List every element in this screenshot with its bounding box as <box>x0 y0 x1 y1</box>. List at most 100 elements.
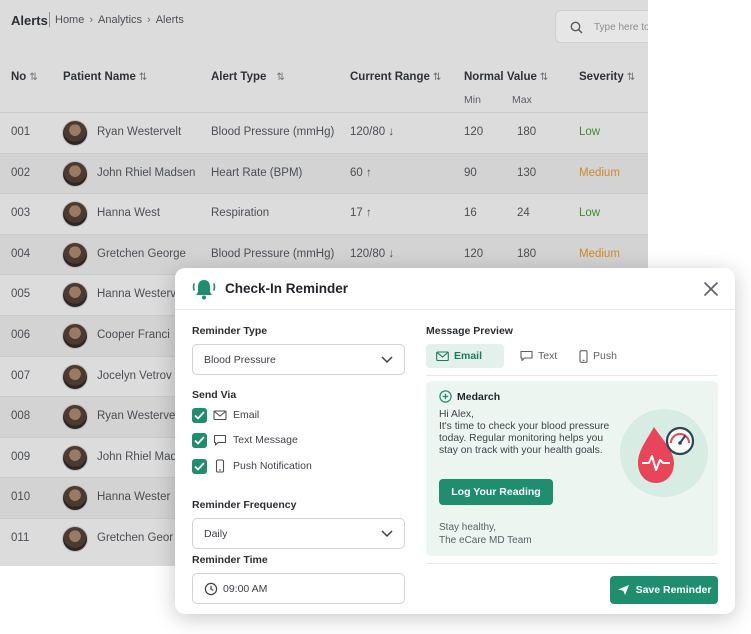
avatar <box>62 485 88 512</box>
avatar <box>62 444 88 471</box>
plus-circle-icon <box>439 390 452 403</box>
avatar <box>62 404 88 431</box>
save-reminder-button[interactable]: Save Reminder <box>610 576 718 604</box>
table-row[interactable]: 001 Ryan Westervelt Blood Pressure (mmHg) 1… <box>0 112 648 153</box>
log-reading-button[interactable]: Log Your Reading <box>439 479 553 505</box>
column-patient-name[interactable]: Patient Name ⇅ <box>63 71 147 83</box>
search-icon <box>570 21 583 34</box>
mail-icon <box>436 350 449 361</box>
cell-severity: Low <box>579 207 601 220</box>
cell-no: 001 <box>11 126 31 138</box>
chat-icon <box>520 350 533 362</box>
cell-name: John Rhiel Mad <box>97 450 177 463</box>
tab-text-label: Text <box>538 350 558 362</box>
frequency-select[interactable]: Daily <box>192 518 405 549</box>
phone-icon <box>579 349 588 363</box>
cell-alert-type: Blood Pressure (mmHg) <box>211 247 335 260</box>
breadcrumb-home[interactable]: Home <box>55 14 84 26</box>
push-notification-option-label: Push Notification <box>233 460 312 472</box>
breadcrumb-analytics[interactable]: Analytics <box>98 14 142 26</box>
chat-icon <box>213 434 227 446</box>
message-body: Hi Alex, It's time to check your blood p… <box>439 409 619 457</box>
frequency-value: Daily <box>204 528 228 540</box>
cell-min: 120 <box>464 126 484 138</box>
cell-name: Ryan Westervelt <box>97 126 182 138</box>
cell-range: 17 ↑ <box>350 207 372 220</box>
push-notification-checkbox[interactable] <box>192 458 207 474</box>
column-alert-type[interactable]: Alert Type ⇅ <box>211 71 285 83</box>
footer-divider <box>426 563 718 564</box>
reminder-time-value: 09:00 AM <box>223 583 268 595</box>
cell-range: 120/80 ↓ <box>350 126 395 138</box>
message-greeting: Hi Alex, <box>439 409 474 420</box>
cell-min: 120 <box>464 247 484 260</box>
cell-name: Hanna Wester <box>97 491 171 504</box>
column-normal-value[interactable]: Normal Value ⇅ <box>464 71 548 83</box>
email-checkbox[interactable] <box>192 407 207 423</box>
mail-icon <box>213 410 227 421</box>
chevron-down-icon <box>381 530 393 538</box>
cell-severity: Low <box>579 126 601 138</box>
cell-min: 90 <box>464 166 477 179</box>
sort-icon[interactable]: ⇅ <box>540 72 548 83</box>
close-icon[interactable] <box>701 279 721 299</box>
breadcrumb-alerts: Alerts <box>155 14 184 26</box>
column-current-range[interactable]: Current Range ⇅ <box>350 71 441 83</box>
send-via-text[interactable]: Text Message <box>192 432 298 448</box>
chevron-right-icon: › <box>147 14 151 26</box>
avatar <box>62 241 88 268</box>
column-severity[interactable]: Severity ⇅ <box>579 71 635 83</box>
tab-email[interactable]: Email <box>426 344 504 368</box>
reminder-type-value: Blood Pressure <box>204 354 276 366</box>
page-header: Alerts Home › Analytics › Alerts <box>0 0 648 44</box>
text-message-checkbox[interactable] <box>192 432 207 448</box>
cell-alert-type: Blood Pressure (mmHg) <box>211 126 335 138</box>
tabs-divider <box>426 375 718 376</box>
tab-email-label: Email <box>454 350 483 362</box>
cell-no: 009 <box>11 450 31 463</box>
breadcrumb: Home › Analytics › Alerts <box>55 14 184 26</box>
table-row[interactable]: 002 John Rhiel Madsen Heart Rate (BPM) 60 ↑… <box>0 152 648 194</box>
cell-min: 16 <box>464 207 477 220</box>
column-no[interactable]: No ⇅ <box>11 71 38 83</box>
table-row[interactable]: 003 Hanna West Respiration 17 ↑ 16 24 Low <box>0 193 648 234</box>
avatar <box>62 201 88 228</box>
cell-no: 007 <box>11 369 31 382</box>
reminder-time-label: Reminder Time <box>192 554 268 566</box>
sort-icon[interactable]: ⇅ <box>627 72 635 83</box>
modal-title: Check-In Reminder <box>225 281 349 296</box>
sort-icon[interactable]: ⇅ <box>29 72 37 83</box>
avatar <box>62 363 88 390</box>
blood-pressure-illustration <box>620 409 708 497</box>
send-via-push[interactable]: Push Notification <box>192 458 312 474</box>
reminder-type-select[interactable]: Blood Pressure <box>192 344 405 375</box>
phone-icon <box>215 459 225 473</box>
tab-text[interactable]: Text <box>520 344 557 368</box>
check-in-reminder-modal: Check-In Reminder Reminder Type Blood Pr… <box>175 268 735 614</box>
cell-name: Cooper Franci <box>97 329 170 341</box>
search-input[interactable] <box>594 19 648 35</box>
sort-icon[interactable]: ⇅ <box>433 72 441 83</box>
cell-name: Hanna West <box>97 207 161 220</box>
send-via-email[interactable]: Email <box>192 407 259 423</box>
search-box[interactable] <box>555 10 648 43</box>
cell-no: 006 <box>11 329 31 341</box>
sort-icon[interactable]: ⇅ <box>139 72 147 83</box>
cell-name: Ryan Westerve <box>97 410 176 423</box>
brand-name: Medarch <box>457 390 501 403</box>
sort-icon[interactable]: ⇅ <box>276 72 284 83</box>
chevron-right-icon: › <box>89 14 94 26</box>
send-via-label: Send Via <box>192 389 237 401</box>
tab-push[interactable]: Push <box>579 344 617 368</box>
clock-icon <box>204 582 218 596</box>
table-header: No ⇅ Patient Name ⇅ Alert Type ⇅ Current Ra… <box>0 64 648 114</box>
reminder-time-input[interactable]: 09:00 AM <box>192 573 405 604</box>
chevron-down-icon <box>381 356 393 364</box>
cell-max: 24 <box>517 207 530 220</box>
cell-no: 005 <box>11 288 31 301</box>
cell-severity: Medium <box>579 166 620 179</box>
message-line: stay on track with your health goals. <box>439 445 603 456</box>
signoff-line: The eCare MD Team <box>439 535 532 546</box>
cell-no: 004 <box>11 247 31 260</box>
column-max: Max <box>512 94 532 106</box>
